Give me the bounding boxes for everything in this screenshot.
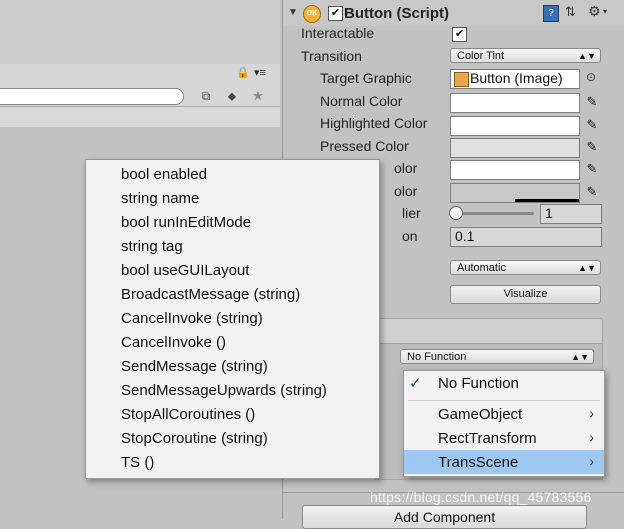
eyedropper-icon[interactable]: ✎ [584,160,600,178]
panel-content [0,107,280,127]
onclick-event-header [375,318,603,344]
menu-item[interactable]: string tag [121,238,183,255]
color-multiplier-slider-thumb[interactable] [449,206,463,220]
image-component-icon [454,72,469,87]
menu-item[interactable]: SendMessageUpwards (string) [121,382,327,399]
menu-item[interactable]: StopAllCoroutines () [121,406,255,423]
interactable-checkbox[interactable]: ✔ [452,27,467,42]
submenu-separator [408,400,600,401]
search-input[interactable] [0,88,184,105]
watermark-text: https://blog.csdn.net/qq_45783556 [370,489,592,505]
interactable-label: Interactable [301,25,375,41]
color-multiplier-field[interactable]: 1 [540,204,602,224]
function-target-submenu: ✓ No Function GameObject › RectTransform… [403,370,605,477]
navigation-value: Automatic [457,262,506,274]
selected-color-label: olor [394,160,418,176]
normal-color-swatch[interactable] [450,93,580,113]
target-graphic-field[interactable]: Button (Image) [450,69,580,89]
panel-menu-icon[interactable]: ▾≡ [254,66,266,79]
object-picker-icon[interactable]: ⊙ [586,70,596,84]
component-enabled-checkbox[interactable]: ✔ [328,6,343,21]
chevron-right-icon: › [589,405,594,421]
color-multiplier-value: 1 [545,205,553,221]
color-multiplier-slider-track[interactable] [454,212,534,215]
function-context-menu: bool enabled string name bool runInEditM… [85,159,380,479]
add-component-button[interactable]: Add Component [302,505,587,529]
color-multiplier-label: lier [402,205,421,221]
menu-item[interactable]: string name [121,190,199,207]
selected-color-swatch[interactable] [450,160,580,180]
alpha-bar [515,199,579,202]
updown-arrow-icon: ▲▼ [571,352,589,362]
menu-item[interactable]: BroadcastMessage (string) [121,286,300,303]
target-graphic-label: Target Graphic [320,70,412,86]
navigation-dropdown[interactable]: Automatic ▲▼ [450,260,601,275]
favorite-star-icon[interactable]: ★ [248,86,268,106]
menu-item[interactable]: CancelInvoke () [121,334,226,351]
lock-icon[interactable]: 🔒 [236,66,250,79]
transition-dropdown[interactable]: Color Tint ▲▼ [450,48,601,63]
ok-script-icon: OK [303,5,321,23]
function-dropdown-value: No Function [407,351,467,363]
label-tag-icon[interactable]: ⬥ [222,86,242,106]
foldout-arrow-icon[interactable]: ▼ [288,7,298,18]
fade-duration-label: on [402,228,418,244]
transition-label: Transition [301,48,362,64]
gear-icon[interactable]: ⚙ [588,3,601,20]
menu-item[interactable]: bool runInEditMode [121,214,251,231]
disabled-color-swatch[interactable] [450,183,580,203]
pressed-color-label: Pressed Color [320,138,409,154]
transition-value: Color Tint [457,50,505,62]
preset-icon[interactable]: ⇅ [565,4,576,20]
chevron-right-icon: › [589,453,594,469]
scene-view-area [0,0,280,64]
menu-item[interactable]: SendMessage (string) [121,358,268,375]
checkmark-icon: ✓ [409,375,422,392]
submenu-item-no-function[interactable]: No Function [438,375,519,392]
menu-item[interactable]: StopCoroutine (string) [121,430,268,447]
component-title: Button (Script) [344,5,449,22]
highlighted-color-swatch[interactable] [450,116,580,136]
eyedropper-icon[interactable]: ✎ [584,183,600,201]
target-graphic-value: Button (Image) [470,70,563,86]
submenu-item-recttransform[interactable]: RectTransform [438,430,537,447]
chevron-right-icon: › [589,429,594,445]
help-book-icon[interactable]: ? [543,5,559,22]
filter-type-icon[interactable]: ⧉ [196,86,216,106]
menu-item[interactable]: TS () [121,454,154,471]
menu-item[interactable]: bool enabled [121,166,207,183]
eyedropper-icon[interactable]: ✎ [584,138,600,156]
menu-item[interactable]: CancelInvoke (string) [121,310,263,327]
gear-dropdown-icon[interactable]: ▾ [603,7,607,16]
eyedropper-icon[interactable]: ✎ [584,116,600,134]
disabled-color-label: olor [394,183,418,199]
fade-duration-value: 0.1 [455,228,475,244]
highlighted-color-label: Highlighted Color [320,115,428,131]
function-dropdown[interactable]: No Function ▲▼ [400,349,594,364]
normal-color-label: Normal Color [320,93,403,109]
submenu-item-transscene[interactable]: TransScene [438,454,518,471]
fade-duration-field[interactable]: 0.1 [450,227,602,247]
updown-arrow-icon: ▲▼ [578,51,596,61]
updown-arrow-icon: ▲▼ [578,263,596,273]
menu-item[interactable]: bool useGUILayout [121,262,249,279]
visualize-button[interactable]: Visualize [450,285,601,304]
add-component-label: Add Component [393,509,496,525]
eyedropper-icon[interactable]: ✎ [584,93,600,111]
submenu-item-gameobject[interactable]: GameObject [438,406,522,423]
pressed-color-swatch[interactable] [450,138,580,158]
